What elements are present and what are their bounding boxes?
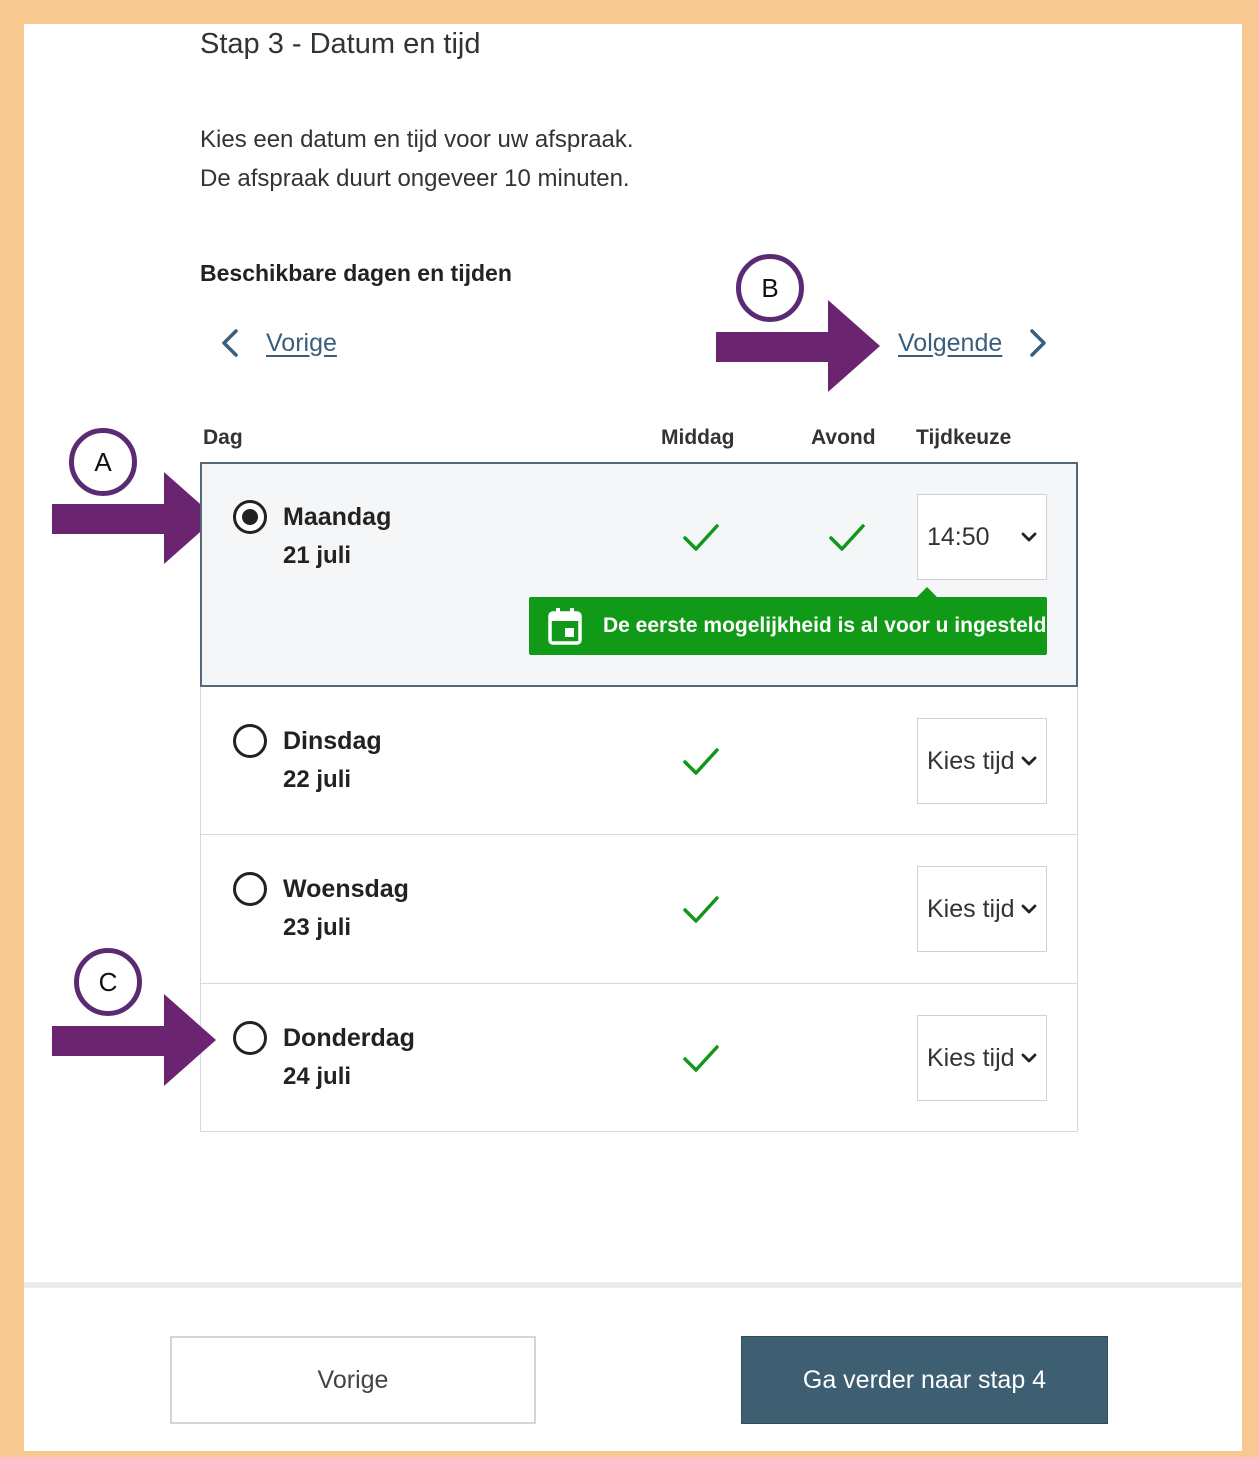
day-row-tuesday[interactable]: Dinsdag 22 juli Kies tijd xyxy=(201,686,1077,834)
previous-week-label: Vorige xyxy=(266,328,337,357)
afternoon-available-check-icon xyxy=(683,524,719,551)
day-date: 24 juli xyxy=(283,1063,352,1090)
next-week-link[interactable]: Volgende xyxy=(898,328,1048,358)
time-select-tuesday[interactable]: Kies tijd xyxy=(917,718,1047,804)
chevron-left-icon xyxy=(222,329,238,357)
time-select-thursday[interactable]: Kies tijd xyxy=(917,1015,1047,1101)
notice-pointer xyxy=(917,587,937,597)
day-row-wednesday[interactable]: Woensdag 23 juli Kies tijd xyxy=(201,834,1077,983)
column-header-afternoon: Middag xyxy=(661,426,735,449)
day-row-thursday[interactable]: Donderdag 24 juli Kies tijd xyxy=(201,983,1077,1131)
previous-step-button[interactable]: Vorige xyxy=(170,1336,536,1424)
previous-week-link[interactable]: Vorige xyxy=(220,328,337,358)
column-header-evening: Avond xyxy=(811,426,876,449)
column-header-day: Dag xyxy=(203,426,243,449)
annotation-arrow-a-icon xyxy=(52,472,216,564)
chevron-down-icon xyxy=(1021,1053,1037,1063)
afternoon-available-check-icon xyxy=(683,896,719,923)
next-step-button[interactable]: Ga verder naar stap 4 xyxy=(741,1336,1108,1424)
intro-text-line-2: De afspraak duurt ongeveer 10 minuten. xyxy=(200,165,630,192)
intro-text-line-1: Kies een datum en tijd voor uw afspraak. xyxy=(200,126,634,153)
notice-text: De eerste mogelijkheid is al voor u inge… xyxy=(603,614,1047,637)
next-week-label: Volgende xyxy=(898,328,1003,357)
afternoon-available-check-icon xyxy=(683,1045,719,1072)
day-radio-monday[interactable] xyxy=(233,500,267,534)
day-name: Donderdag xyxy=(283,1024,415,1052)
first-availability-notice: De eerste mogelijkheid is al voor u inge… xyxy=(529,587,1047,655)
day-date: 23 juli xyxy=(283,914,352,941)
section-heading: Beschikbare dagen en tijden xyxy=(200,260,512,286)
day-radio-wednesday[interactable] xyxy=(233,872,267,906)
annotation-arrow-c-icon xyxy=(52,994,216,1086)
evening-available-check-icon xyxy=(829,524,865,551)
time-select-value: Kies tijd xyxy=(927,746,1015,775)
chevron-down-icon xyxy=(1021,532,1037,542)
chevron-down-icon xyxy=(1021,756,1037,766)
column-header-time-choice: Tijdkeuze xyxy=(916,426,1012,449)
page-frame: Stap 3 - Datum en tijd Kies een datum en… xyxy=(24,24,1242,1451)
day-name: Dinsdag xyxy=(283,727,382,755)
day-radio-tuesday[interactable] xyxy=(233,724,267,758)
time-select-value: Kies tijd xyxy=(927,1043,1015,1072)
day-date: 22 juli xyxy=(283,766,352,793)
time-select-value: Kies tijd xyxy=(927,894,1015,923)
annotation-arrow-b-icon xyxy=(716,300,880,392)
page-title: Stap 3 - Datum en tijd xyxy=(200,28,481,60)
footer-bar: Vorige Ga verder naar stap 4 xyxy=(24,1282,1242,1451)
chevron-right-icon xyxy=(1030,329,1047,357)
time-select-monday[interactable]: 14:50 xyxy=(917,494,1047,580)
day-date: 21 juli xyxy=(283,542,352,569)
day-radio-thursday[interactable] xyxy=(233,1021,267,1055)
chevron-down-icon xyxy=(1021,904,1037,914)
day-name: Maandag xyxy=(283,503,392,531)
afternoon-available-check-icon xyxy=(683,748,719,775)
calendar-icon xyxy=(548,608,582,645)
day-row-monday[interactable]: Maandag 21 juli 14:50 De eerste mogelijk… xyxy=(200,462,1078,687)
time-select-wednesday[interactable]: Kies tijd xyxy=(917,866,1047,952)
day-list: Maandag 21 juli 14:50 De eerste mogelijk… xyxy=(200,462,1078,1132)
time-select-value: 14:50 xyxy=(927,522,990,551)
day-name: Woensdag xyxy=(283,875,409,903)
